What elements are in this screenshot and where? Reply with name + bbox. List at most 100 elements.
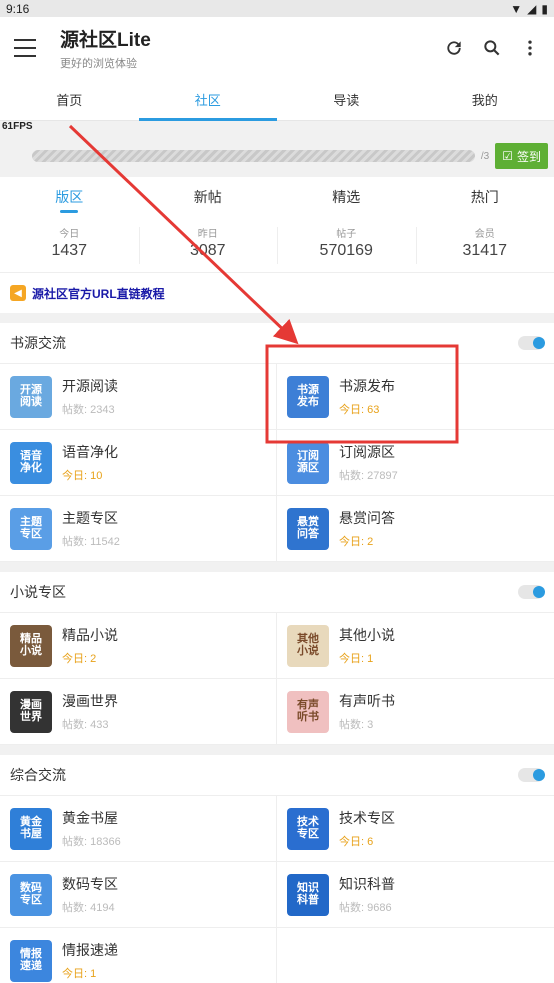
- title-block: 源社区Lite 更好的浏览体验: [60, 25, 444, 71]
- board-item[interactable]: 技术 专区 技术专区 今日: 6: [277, 796, 554, 862]
- board-item[interactable]: 开源 阅读 开源阅读 帖数: 2343: [0, 364, 277, 430]
- sections-container: 书源交流 开源 阅读 开源阅读 帖数: 2343 书源 发布 书源发布 今日: …: [0, 323, 554, 983]
- board-item[interactable]: 语音 净化 语音净化 今日: 10: [0, 430, 277, 496]
- board-name: 语音净化: [62, 444, 118, 460]
- board-icon: 悬赏 问答: [287, 507, 329, 550]
- wifi-icon: ▼: [510, 1, 523, 16]
- signal-icon: ◢: [527, 1, 537, 16]
- board-text: 知识科普 帖数: 9686: [339, 874, 395, 915]
- section-title: 综合交流: [10, 767, 66, 783]
- board-meta: 今日: 6: [339, 836, 374, 848]
- subtab-boards[interactable]: 版区: [0, 177, 139, 221]
- section-header: 书源交流: [0, 323, 554, 364]
- app-subtitle: 更好的浏览体验: [60, 58, 137, 70]
- board-name: 数码专区: [62, 876, 118, 892]
- stat-members: 会员 31417: [415, 221, 554, 272]
- board-item[interactable]: 主题 专区 主题专区 帖数: 11542: [0, 496, 277, 562]
- board-icon: 有声 听书: [287, 690, 329, 733]
- menu-icon[interactable]: [14, 39, 36, 57]
- board-item[interactable]: 数码 专区 数码专区 帖数: 4194: [0, 862, 277, 928]
- board-item[interactable]: 有声 听书 有声听书 帖数: 3: [277, 679, 554, 745]
- board-item[interactable]: 书源 发布 书源发布 今日: 63: [277, 364, 554, 430]
- stat-value: 570169: [319, 242, 373, 259]
- board-icon: 主题 专区: [10, 507, 52, 550]
- board-meta: 帖数: 433: [62, 719, 109, 731]
- notice-link[interactable]: 源社区官方URL直链教程: [32, 285, 165, 302]
- board-text: 订阅源区 帖数: 27897: [339, 442, 398, 483]
- board-icon: 黄金 书屋: [10, 807, 52, 850]
- board-icon: 漫画 世界: [10, 690, 52, 733]
- status-bar: 9:16 ▼ ◢ ▮: [0, 0, 554, 17]
- subtab-hot[interactable]: 热门: [416, 177, 554, 221]
- board-meta: 帖数: 9686: [339, 902, 392, 914]
- stat-posts: 帖子 570169: [277, 221, 416, 272]
- board-text: 语音净化 今日: 10: [62, 442, 118, 483]
- board-item[interactable]: 黄金 书屋 黄金书屋 帖数: 18366: [0, 796, 277, 862]
- more-vert-icon[interactable]: [520, 38, 540, 58]
- section-header: 小说专区: [0, 572, 554, 613]
- board-name: 有声听书: [339, 693, 395, 709]
- signin-progress-count: /3: [480, 150, 490, 162]
- main-tabs: 首页 社区 导读 我的: [0, 79, 554, 121]
- board-item[interactable]: 漫画 世界 漫画世界 帖数: 433: [0, 679, 277, 745]
- board-meta: 帖数: 18366: [62, 836, 121, 848]
- section-collapse-toggle[interactable]: [518, 585, 545, 599]
- board-text: 悬赏问答 今日: 2: [339, 508, 395, 549]
- notice-bar[interactable]: ◀ 源社区官方URL直链教程: [0, 273, 554, 313]
- tab-home[interactable]: 首页: [0, 79, 139, 120]
- board-icon: 情报 速递: [10, 939, 52, 982]
- tab-guide[interactable]: 导读: [277, 79, 416, 120]
- subtab-featured[interactable]: 精选: [277, 177, 416, 221]
- board-item[interactable]: 订阅 源区 订阅源区 帖数: 27897: [277, 430, 554, 496]
- board-meta: 今日: 1: [62, 968, 97, 980]
- board-item[interactable]: 知识 科普 知识科普 帖数: 9686: [277, 862, 554, 928]
- board-text: 技术专区 今日: 6: [339, 808, 395, 849]
- board-icon: 技术 专区: [287, 807, 329, 850]
- refresh-icon[interactable]: [444, 38, 464, 58]
- board-text: 情报速递 今日: 1: [62, 940, 118, 981]
- board-item[interactable]: 悬赏 问答 悬赏问答 今日: 2: [277, 496, 554, 562]
- board-name: 知识科普: [339, 876, 395, 892]
- stat-today: 今日 1437: [0, 221, 139, 272]
- section-collapse-toggle[interactable]: [518, 768, 545, 782]
- board-name: 悬赏问答: [339, 510, 395, 526]
- board-meta: 帖数: 11542: [62, 536, 120, 548]
- board-name: 书源发布: [339, 378, 395, 394]
- stat-label: 今日: [59, 229, 80, 240]
- section-2: 综合交流 黄金 书屋 黄金书屋 帖数: 18366 技术 专区 技术专区 今日:…: [0, 755, 554, 983]
- battery-icon: ▮: [541, 1, 548, 16]
- sign-in-label: 签到: [516, 149, 541, 164]
- board-item[interactable]: 精品 小说 精品小说 今日: 2: [0, 613, 277, 679]
- board-text: 其他小说 今日: 1: [339, 625, 395, 666]
- board-name: 技术专区: [339, 810, 395, 826]
- speaker-icon: ◀: [10, 285, 26, 301]
- board-item[interactable]: 其他 小说 其他小说 今日: 1: [277, 613, 554, 679]
- sign-in-button[interactable]: ☑ 签到: [495, 143, 548, 169]
- board-text: 漫画世界 帖数: 433: [62, 691, 118, 732]
- signin-row: /3 ☑ 签到: [0, 135, 554, 177]
- board-icon: 其他 小说: [287, 624, 329, 667]
- section-collapse-toggle[interactable]: [518, 336, 545, 350]
- fps-counter: 61FPS: [2, 121, 33, 132]
- board-grid: 开源 阅读 开源阅读 帖数: 2343 书源 发布 书源发布 今日: 63 语音…: [0, 364, 554, 562]
- board-name: 精品小说: [62, 627, 118, 643]
- section-0: 书源交流 开源 阅读 开源阅读 帖数: 2343 书源 发布 书源发布 今日: …: [0, 323, 554, 562]
- board-meta: 今日: 63: [339, 404, 380, 416]
- subtab-new-posts[interactable]: 新帖: [139, 177, 278, 221]
- app-bar: 源社区Lite 更好的浏览体验: [0, 17, 554, 79]
- board-text: 黄金书屋 帖数: 18366: [62, 808, 121, 849]
- search-icon[interactable]: [482, 38, 502, 58]
- board-item[interactable]: 情报 速递 情报速递 今日: 1: [0, 928, 277, 983]
- checkbox-icon: ☑: [502, 149, 513, 163]
- board-name: 主题专区: [62, 510, 118, 526]
- board-meta: 帖数: 2343: [62, 404, 115, 416]
- status-time: 9:16: [6, 1, 30, 16]
- app-title: 源社区Lite: [60, 30, 151, 51]
- section-title: 书源交流: [10, 335, 66, 351]
- tab-community[interactable]: 社区: [138, 79, 278, 121]
- board-meta: 今日: 2: [62, 653, 97, 665]
- board-name: 漫画世界: [62, 693, 118, 709]
- stat-label: 帖子: [336, 229, 357, 240]
- board-name: 黄金书屋: [62, 810, 118, 826]
- tab-mine[interactable]: 我的: [416, 79, 554, 120]
